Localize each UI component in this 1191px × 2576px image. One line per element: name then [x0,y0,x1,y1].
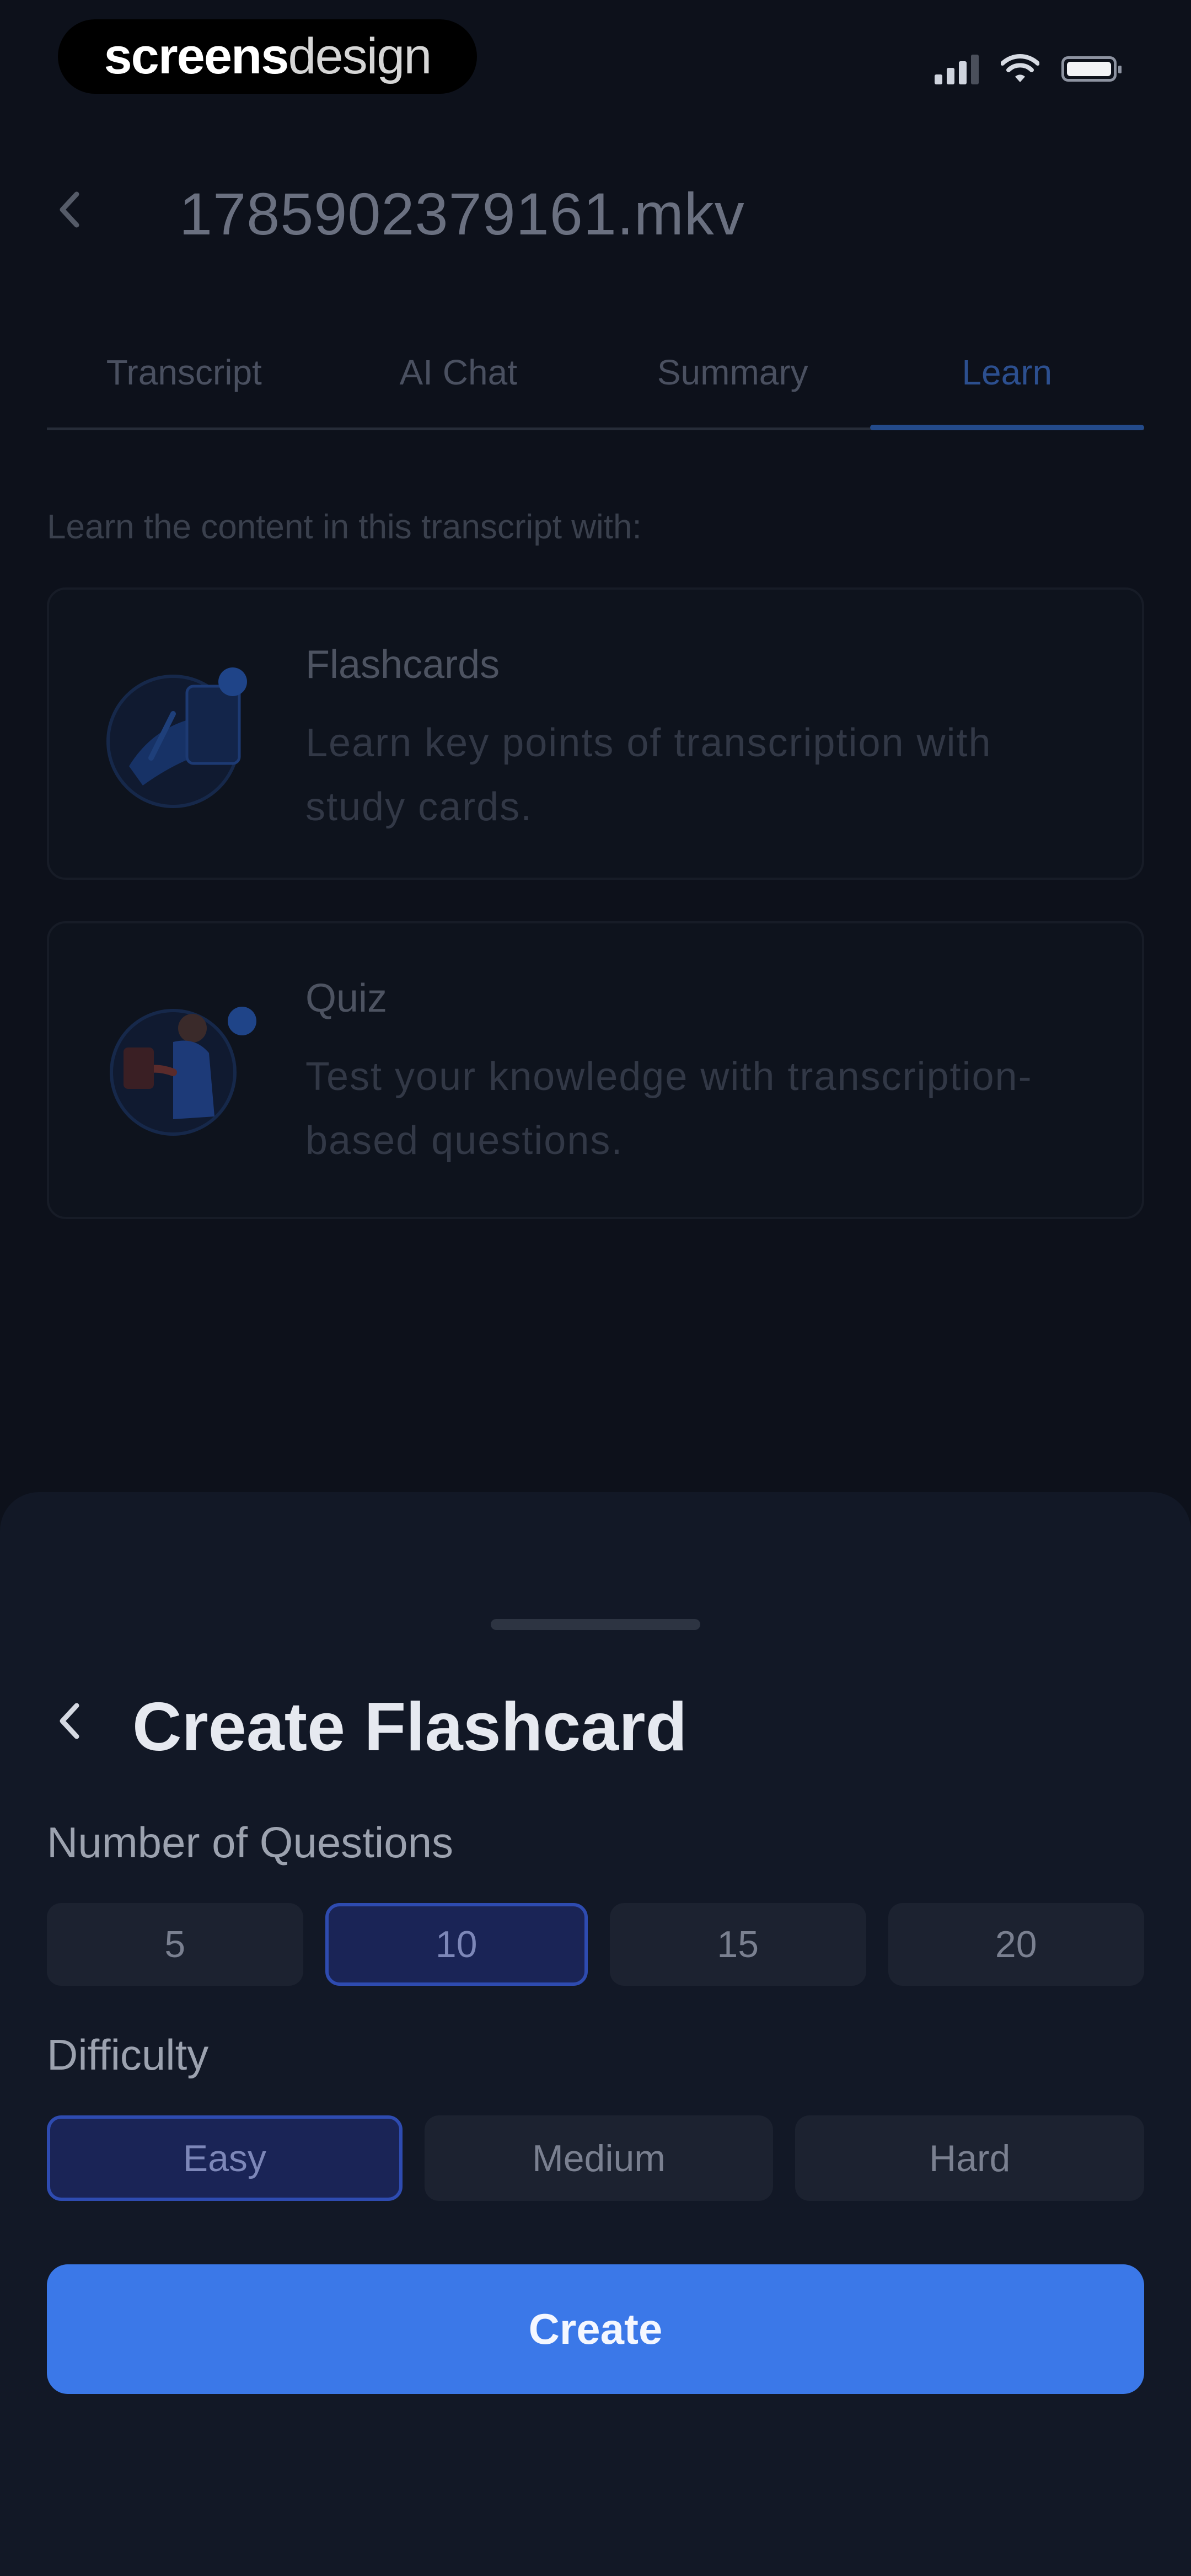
difficulty-options: Easy Medium Hard [47,2115,1145,2201]
sheet-back-button[interactable] [47,1699,91,1743]
learn-intro-text: Learn the content in this transcript wit… [47,508,642,546]
flashcards-card[interactable]: Flashcards Learn key points of transcrip… [47,587,1144,880]
tab-summary[interactable]: Summary [596,317,870,427]
sheet-drag-handle[interactable] [491,1619,700,1630]
question-count-option-10[interactable]: 10 [325,1903,588,1986]
status-bar: screens design [0,0,1191,121]
difficulty-option-medium[interactable]: Medium [424,2115,774,2201]
back-button[interactable] [47,188,91,232]
flashcards-description: Learn key points of transcription with s… [305,721,992,829]
tab-ai-chat[interactable]: AI Chat [321,317,596,427]
question-count-option-5[interactable]: 5 [47,1903,303,1986]
questions-label: Number of Questions [47,1818,454,1867]
question-count-option-15[interactable]: 15 [610,1903,866,1986]
quiz-card[interactable]: Quiz Test your knowledge with transcript… [47,921,1144,1219]
question-count-option-20[interactable]: 20 [888,1903,1144,1986]
signal-icon [935,54,979,84]
chevron-left-icon [60,191,79,228]
create-flashcard-sheet: Create Flashcard Number of Questions 5 1… [0,1492,1191,2576]
quiz-illustration [110,1007,256,1136]
difficulty-label: Difficulty [47,2030,209,2079]
quiz-description: Test your knowledge with transcription-b… [305,1055,1033,1163]
tab-bar: Transcript AI Chat Summary Learn [47,317,1144,430]
quiz-title: Quiz [305,976,388,1020]
difficulty-option-hard[interactable]: Hard [795,2115,1145,2201]
brand-light-text: design [288,28,432,84]
flashcards-title: Flashcards [305,643,500,687]
difficulty-option-easy[interactable]: Easy [47,2115,403,2201]
brand-watermark: screens design [58,19,477,94]
battery-icon [1061,56,1122,82]
flashcards-illustration [106,667,247,808]
brand-strong-text: screens [104,28,289,84]
sheet-title: Create Flashcard [132,1689,688,1765]
status-icons [935,50,1122,88]
file-title: 1785902379161.mkv [179,180,745,247]
tab-transcript[interactable]: Transcript [47,317,321,427]
question-count-options: 5 10 15 20 [47,1903,1144,1986]
wifi-icon [1001,54,1039,82]
create-button[interactable]: Create [47,2264,1144,2394]
tab-learn[interactable]: Learn [870,317,1145,430]
file-header: 1785902379161.mkv [0,149,1191,270]
chevron-left-icon [60,1703,79,1739]
